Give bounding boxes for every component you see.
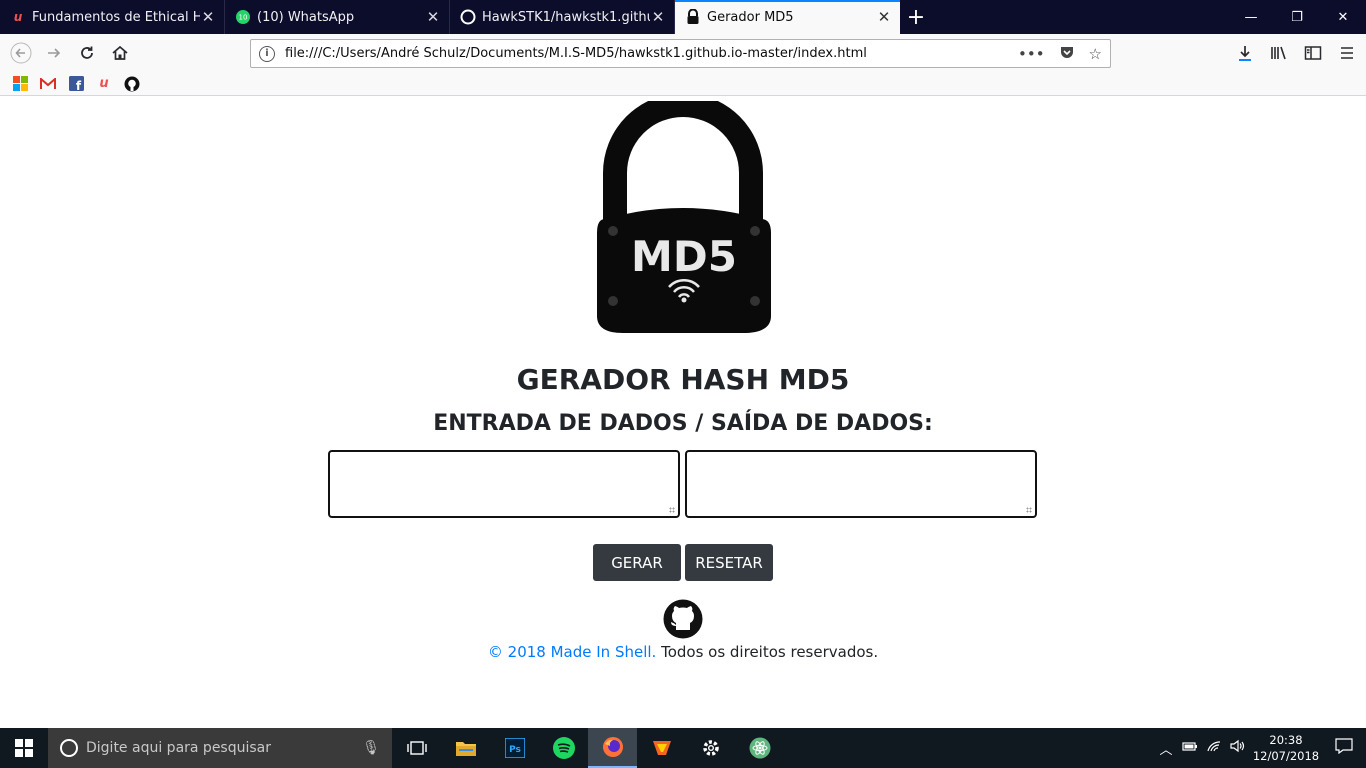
start-button[interactable]: [0, 728, 48, 768]
clock-date: 12/07/2018: [1252, 749, 1320, 763]
bookmark-star-icon[interactable]: ☆: [1089, 45, 1102, 63]
task-view-icon[interactable]: [392, 728, 441, 768]
lock-icon: [685, 9, 701, 25]
microsoft-icon[interactable]: [12, 76, 28, 92]
whatsapp-icon: 10: [235, 9, 251, 25]
logo-text: MD5: [631, 232, 737, 281]
restore-icon[interactable]: ❐: [1274, 0, 1320, 34]
cortana-icon: [60, 739, 78, 757]
firefox-icon[interactable]: [588, 728, 637, 768]
output-textarea[interactable]: [685, 450, 1037, 518]
navigation-bar: i file:///C:/Users/André Schulz/Document…: [0, 34, 1366, 72]
chevron-up-icon[interactable]: ︿: [1154, 739, 1178, 758]
page-actions-icon[interactable]: •••: [1018, 45, 1045, 63]
windows-taskbar: Digite aqui para pesquisar 🎙 Ps ︿ 20:38 …: [0, 728, 1366, 768]
tab-label: Gerador MD5: [707, 9, 794, 25]
photoshop-icon[interactable]: Ps: [490, 728, 539, 768]
home-icon[interactable]: [105, 38, 135, 68]
library-icon[interactable]: [1268, 38, 1290, 68]
reset-button[interactable]: RESETAR: [685, 544, 773, 581]
volume-icon[interactable]: [1226, 739, 1250, 757]
close-window-icon[interactable]: ✕: [1320, 0, 1366, 34]
sidebar-icon[interactable]: [1302, 38, 1324, 68]
close-icon[interactable]: ✕: [200, 8, 216, 26]
input-textarea[interactable]: [328, 450, 680, 518]
close-icon[interactable]: ✕: [650, 8, 666, 26]
udemy-icon: u: [13, 10, 23, 24]
menu-icon[interactable]: [1336, 38, 1358, 68]
microphone-icon[interactable]: 🎙: [362, 740, 380, 756]
page-title: GERADOR HASH MD5: [516, 363, 850, 396]
bookmarks-toolbar: f u: [0, 72, 1366, 96]
url-text[interactable]: file:///C:/Users/André Schulz/Documents/…: [285, 46, 1018, 61]
windows-icon: [15, 739, 33, 757]
tab-label: HawkSTK1/hawkstk1.github.io: [482, 9, 650, 25]
udemy-icon[interactable]: u: [96, 76, 112, 92]
atom-icon[interactable]: [735, 728, 784, 768]
back-icon[interactable]: [6, 38, 36, 68]
md5-lock-logo: MD5: [583, 93, 783, 337]
tab-gerador-md5[interactable]: Gerador MD5 ✕: [675, 0, 900, 34]
garena-icon[interactable]: [637, 728, 686, 768]
system-clock[interactable]: 20:38 12/07/2018: [1250, 732, 1322, 764]
info-icon[interactable]: i: [259, 45, 275, 62]
reload-icon[interactable]: [72, 38, 102, 68]
footer: © 2018 Made In Shell. Todos os direitos …: [0, 643, 1366, 661]
clock-time: 20:38: [1269, 733, 1303, 747]
footer-text: Todos os direitos reservados.: [656, 643, 879, 661]
facebook-icon[interactable]: f: [68, 76, 84, 92]
close-icon[interactable]: ✕: [876, 8, 892, 26]
svg-text:Ps: Ps: [509, 745, 521, 755]
minimize-icon[interactable]: —: [1228, 0, 1274, 34]
github-icon[interactable]: [124, 76, 140, 92]
taskbar-search[interactable]: Digite aqui para pesquisar 🎙: [48, 728, 392, 768]
tab-github[interactable]: HawkSTK1/hawkstk1.github.io ✕: [450, 0, 675, 34]
wifi-icon[interactable]: [1202, 739, 1226, 757]
downloads-icon[interactable]: [1234, 38, 1256, 68]
svg-text:10: 10: [239, 14, 248, 22]
search-placeholder: Digite aqui para pesquisar: [86, 740, 272, 756]
close-icon[interactable]: ✕: [425, 8, 441, 26]
footer-link[interactable]: © 2018 Made In Shell.: [488, 643, 656, 661]
new-tab-button[interactable]: +: [900, 0, 932, 34]
github-icon: [460, 9, 476, 25]
pocket-icon[interactable]: [1059, 44, 1075, 64]
svg-text:f: f: [75, 79, 81, 91]
system-tray: ︿ 20:38 12/07/2018: [1154, 728, 1366, 768]
window-controls: — ❐ ✕: [1228, 0, 1366, 34]
page-subtitle: ENTRADA DE DADOS / SAÍDA DE DADOS:: [433, 411, 933, 436]
gmail-icon[interactable]: [40, 76, 56, 92]
github-icon[interactable]: [663, 599, 703, 639]
tab-bar: u Fundamentos de Ethical Hacking ✕ 10 (1…: [0, 0, 1366, 34]
generate-button[interactable]: GERAR: [593, 544, 681, 581]
file-explorer-icon[interactable]: [441, 728, 490, 768]
settings-icon[interactable]: [686, 728, 735, 768]
notification-icon[interactable]: [1322, 738, 1366, 758]
url-bar[interactable]: i file:///C:/Users/André Schulz/Document…: [250, 39, 1111, 68]
tab-udemy[interactable]: u Fundamentos de Ethical Hacking ✕: [0, 0, 225, 34]
spotify-icon[interactable]: [539, 728, 588, 768]
tab-label: (10) WhatsApp: [257, 9, 355, 25]
tab-label: Fundamentos de Ethical Hacking: [32, 9, 200, 25]
forward-icon[interactable]: [39, 38, 69, 68]
battery-icon[interactable]: [1178, 740, 1202, 756]
page-content: MD5 GERADOR HASH MD5 ENTRADA DE DADOS / …: [0, 93, 1366, 728]
tab-whatsapp[interactable]: 10 (10) WhatsApp ✕: [225, 0, 450, 34]
